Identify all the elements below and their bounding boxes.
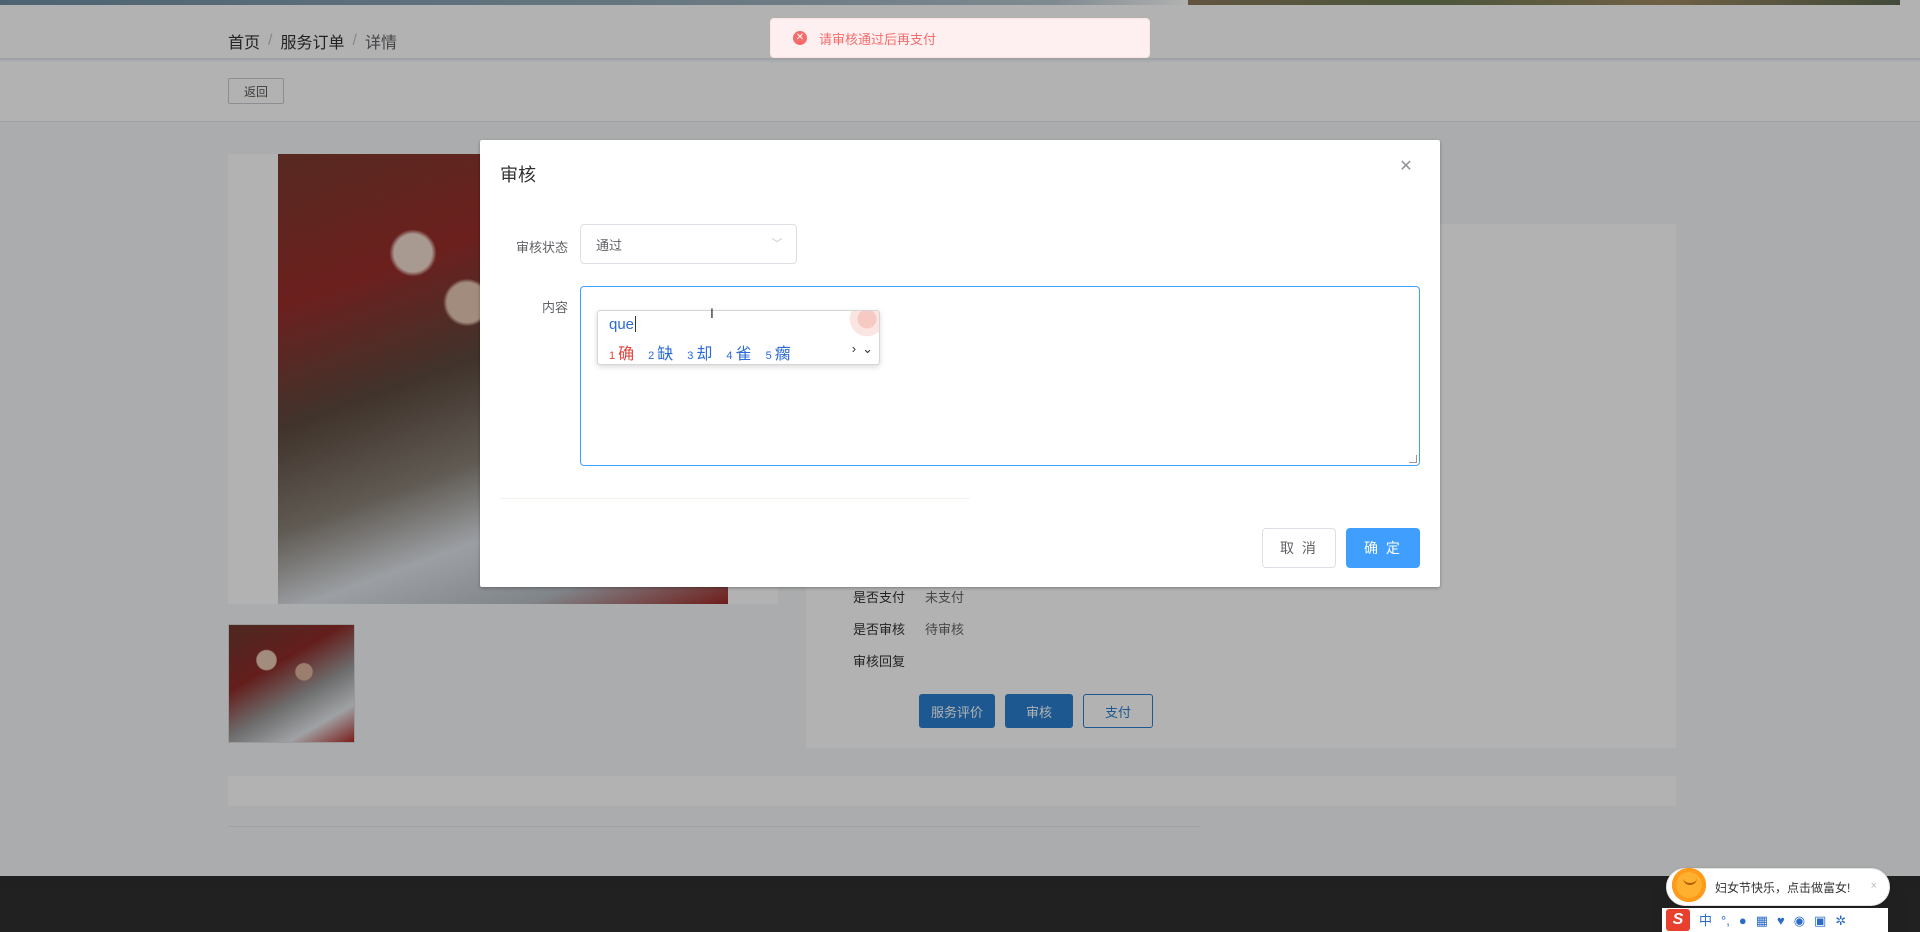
ime-candidate[interactable]: 1确	[609, 340, 634, 364]
ime-candidate[interactable]: 2缺	[648, 340, 673, 364]
chevron-down-icon: ﹀	[771, 238, 783, 250]
ime-navigation: › ⌄	[852, 341, 873, 357]
mic-icon[interactable]: ●	[1739, 914, 1747, 927]
divider	[500, 498, 970, 499]
sogou-logo-icon[interactable]: S	[1666, 909, 1690, 931]
ime-status-bar: S 中 °, ● ▦ ♥ ◉ ▣ ✲	[1662, 908, 1888, 932]
game-icon[interactable]: ◉	[1794, 914, 1805, 927]
content-field-label: 内容	[541, 300, 568, 315]
cancel-button[interactable]: 取 消	[1262, 528, 1336, 568]
error-icon: ✕	[793, 31, 807, 45]
festival-promo-bubble[interactable]: 妇女节快乐，点击做富女! ×	[1666, 865, 1890, 906]
ime-pinyin: que	[609, 316, 637, 333]
expand-icon[interactable]: ⌄	[862, 341, 873, 357]
settings-icon[interactable]: ✲	[1835, 914, 1846, 927]
chinese-mode-toggle[interactable]: 中	[1699, 914, 1712, 927]
candidate-char: 雀	[735, 346, 752, 363]
ime-candidate[interactable]: 3却	[687, 340, 712, 364]
audit-status-selected-value: 通过	[596, 237, 623, 253]
candidate-char: 却	[696, 346, 713, 363]
punctuation-toggle[interactable]: °,	[1721, 914, 1730, 927]
close-icon[interactable]: ✕	[1398, 158, 1414, 175]
i-beam-cursor-icon: I	[710, 305, 714, 321]
keyboard-icon[interactable]: ▦	[1756, 914, 1768, 927]
candidate-number: 3	[687, 350, 694, 362]
candidate-char: 确	[618, 346, 635, 363]
dialog-title: 审核	[500, 165, 536, 185]
ime-candidate-list: 1确 2缺 3却 4雀 5瘸	[609, 340, 791, 364]
audit-status-field-label: 审核状态	[515, 240, 568, 255]
audit-status-select[interactable]: 通过 ﹀	[580, 224, 797, 264]
candidate-number: 2	[648, 350, 655, 362]
candidate-number: 4	[726, 350, 733, 362]
next-page-icon[interactable]: ›	[852, 341, 856, 357]
candidate-number: 1	[609, 350, 616, 362]
toast-message: 请审核通过后再支付	[819, 31, 937, 47]
ime-pinyin-text: que	[609, 316, 635, 333]
error-toast: ✕ 请审核通过后再支付	[770, 18, 1150, 58]
candidate-number: 5	[765, 350, 772, 362]
text-caret	[635, 316, 637, 332]
candidate-char: 瘸	[774, 346, 791, 363]
confirm-button[interactable]: 确 定	[1346, 528, 1420, 568]
grid-icon[interactable]: ▣	[1814, 914, 1826, 927]
ime-candidate-window: que 1确 2缺 3却 4雀 5瘸 › ⌄	[597, 310, 880, 365]
sun-mascot-icon	[1669, 865, 1709, 905]
ime-candidate[interactable]: 4雀	[726, 340, 751, 364]
ime-skin-decoration	[845, 311, 879, 341]
ime-candidate[interactable]: 5瘸	[766, 340, 791, 364]
skin-icon[interactable]: ♥	[1777, 914, 1785, 927]
festival-text: 妇女节快乐，点击做富女!	[1715, 880, 1851, 895]
resize-handle-icon[interactable]	[1409, 455, 1417, 463]
sun-face	[1683, 875, 1697, 885]
close-icon[interactable]: ×	[1871, 880, 1877, 892]
candidate-char: 缺	[657, 346, 674, 363]
